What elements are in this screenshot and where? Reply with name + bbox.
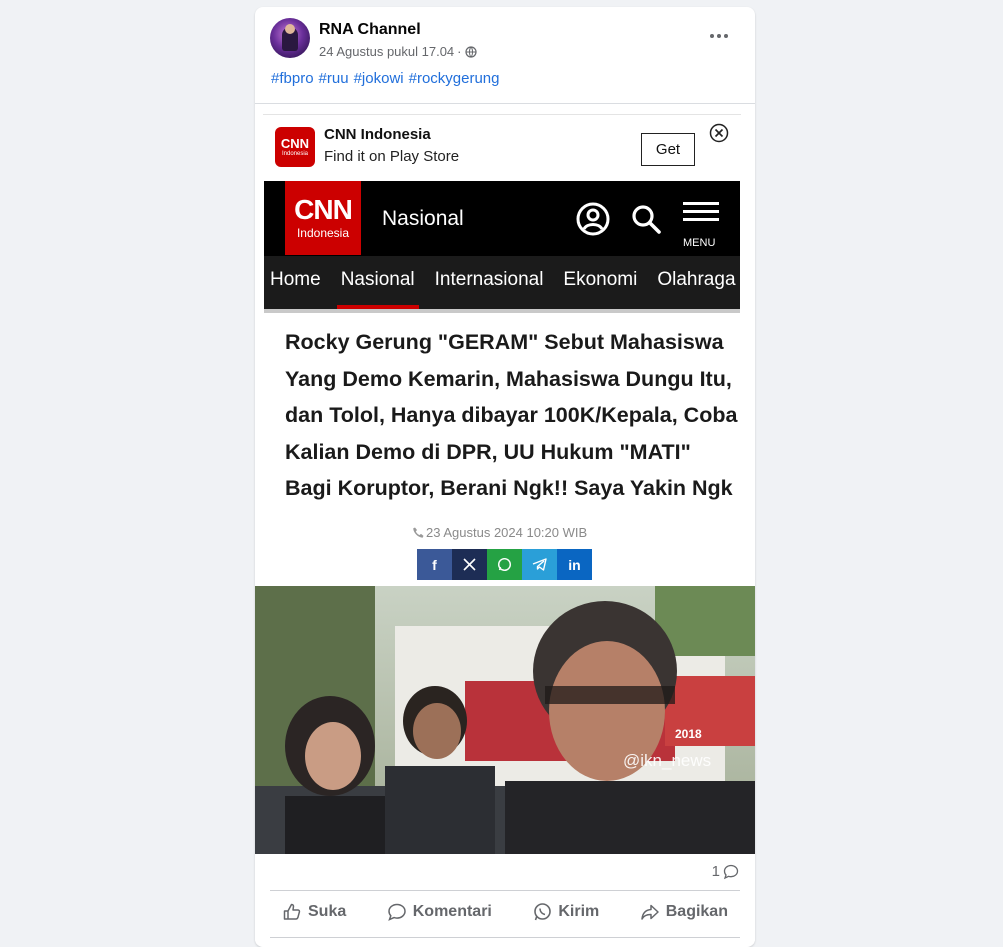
- comment-bubble-icon: [723, 864, 739, 879]
- comment-count[interactable]: 1: [712, 863, 739, 880]
- avatar[interactable]: [270, 18, 310, 58]
- thumbs-up-icon: [283, 903, 301, 920]
- comment-label: Komentari: [412, 903, 492, 920]
- share-label: Bagikan: [665, 903, 728, 920]
- close-icon[interactable]: [709, 123, 729, 143]
- hamburger-line: [683, 218, 719, 221]
- cnn-logo-sub: Indonesia: [296, 226, 350, 240]
- divider: [270, 890, 740, 891]
- more-dot-icon: [724, 34, 728, 38]
- user-icon[interactable]: [576, 202, 610, 236]
- telegram-icon: [532, 558, 547, 571]
- tab-olahraga[interactable]: Olahraga: [647, 256, 740, 309]
- banner-subtitle: Find it on Play Store: [324, 148, 460, 165]
- tab-nasional[interactable]: Nasional: [331, 256, 425, 309]
- share-arrow-icon: [640, 904, 659, 920]
- photo-sign-text: 2018: [675, 727, 702, 741]
- facebook-share-button[interactable]: f: [417, 549, 452, 580]
- x-share-button[interactable]: [452, 549, 487, 580]
- app-banner: CNN Indonesia CNN Indonesia Find it on P…: [263, 114, 741, 174]
- photo-illustration: @ikn_news 2018: [255, 586, 755, 854]
- more-options-button[interactable]: [703, 26, 735, 46]
- hashtags: #fbpro #ruu #jokowi #rockygerung: [271, 70, 500, 87]
- comment-icon: [387, 903, 406, 921]
- cnn-app-logo: CNN Indonesia: [275, 127, 315, 167]
- cnn-logo-text: CNN: [294, 194, 353, 225]
- linkedin-icon: in: [568, 556, 581, 573]
- tab-home[interactable]: Home: [264, 256, 331, 309]
- section-label: Nasional: [382, 207, 464, 230]
- globe-icon: [464, 45, 477, 58]
- meta-separator: ·: [457, 44, 462, 59]
- send-button[interactable]: Kirim: [520, 892, 611, 932]
- post-card: RNA Channel 24 Agustus pukul 17.04 · #fb…: [255, 7, 755, 947]
- post-image[interactable]: CNN Indonesia CNN Indonesia Find it on P…: [255, 104, 755, 854]
- whatsapp-icon: [497, 557, 512, 572]
- hashtag-link[interactable]: #ruu: [319, 70, 349, 87]
- hashtag-link[interactable]: #jokowi: [354, 70, 404, 87]
- article-headline: Rocky Gerung "GERAM" Sebut Mahasiswa Yan…: [285, 330, 738, 500]
- hamburger-icon: [683, 202, 719, 205]
- cnn-tabs: Home Nasional Internasional Ekonomi Olah…: [264, 256, 740, 309]
- article-date-text: 23 Agustus 2024 10:20 WIB: [426, 525, 588, 540]
- share-button[interactable]: Bagikan: [628, 892, 740, 932]
- comment-button[interactable]: Komentari: [375, 892, 504, 932]
- divider: [270, 937, 740, 938]
- article-photo: @ikn_news 2018: [255, 586, 755, 854]
- hamburger-line: [683, 210, 719, 213]
- more-dot-icon: [710, 34, 714, 38]
- linkedin-share-button[interactable]: in: [557, 549, 592, 580]
- x-icon: [463, 558, 476, 571]
- more-dot-icon: [717, 34, 721, 38]
- get-button[interactable]: Get: [641, 133, 695, 166]
- post-meta: 24 Agustus pukul 17.04 ·: [319, 44, 477, 59]
- banner-title: CNN Indonesia: [324, 126, 431, 143]
- photo-watermark: @ikn_news: [623, 751, 711, 770]
- tab-internasional[interactable]: Internasional: [425, 256, 554, 309]
- divider: [264, 309, 740, 313]
- whatsapp-share-button[interactable]: [487, 549, 522, 580]
- app-logo-sub: Indonesia: [281, 151, 309, 157]
- tab-ekonomi[interactable]: Ekonomi: [553, 256, 647, 309]
- like-button[interactable]: Suka: [270, 892, 358, 932]
- menu-button[interactable]: MENU: [680, 199, 722, 253]
- telegram-share-button[interactable]: [522, 549, 557, 580]
- whatsapp-icon: [534, 903, 552, 921]
- share-buttons: f in: [417, 549, 592, 580]
- cnn-logo[interactable]: CNN Indonesia: [285, 181, 361, 255]
- post-timestamp[interactable]: 24 Agustus pukul 17.04: [319, 44, 454, 59]
- search-icon[interactable]: [630, 203, 662, 235]
- post-header: RNA Channel 24 Agustus pukul 17.04 ·: [255, 7, 755, 67]
- post-footer: 1 Suka Komentari Kirim Bagikan: [255, 854, 755, 944]
- like-label: Suka: [308, 903, 347, 920]
- cnn-navbar: CNN Indonesia Nasional MENU Home Nasiona…: [264, 181, 740, 309]
- menu-label: MENU: [683, 237, 716, 249]
- phone-icon: [413, 527, 424, 538]
- post-actions: Suka Komentari Kirim Bagikan: [270, 892, 740, 932]
- comment-count-value: 1: [711, 863, 720, 880]
- hashtag-link[interactable]: #fbpro: [271, 70, 314, 87]
- page-name[interactable]: RNA Channel: [319, 21, 421, 39]
- article-date: 23 Agustus 2024 10:20 WIB: [412, 525, 587, 540]
- app-logo-text: CNN: [280, 136, 310, 151]
- send-label: Kirim: [558, 903, 600, 920]
- hashtag-link[interactable]: #rockygerung: [409, 70, 500, 87]
- facebook-icon: f: [432, 556, 437, 573]
